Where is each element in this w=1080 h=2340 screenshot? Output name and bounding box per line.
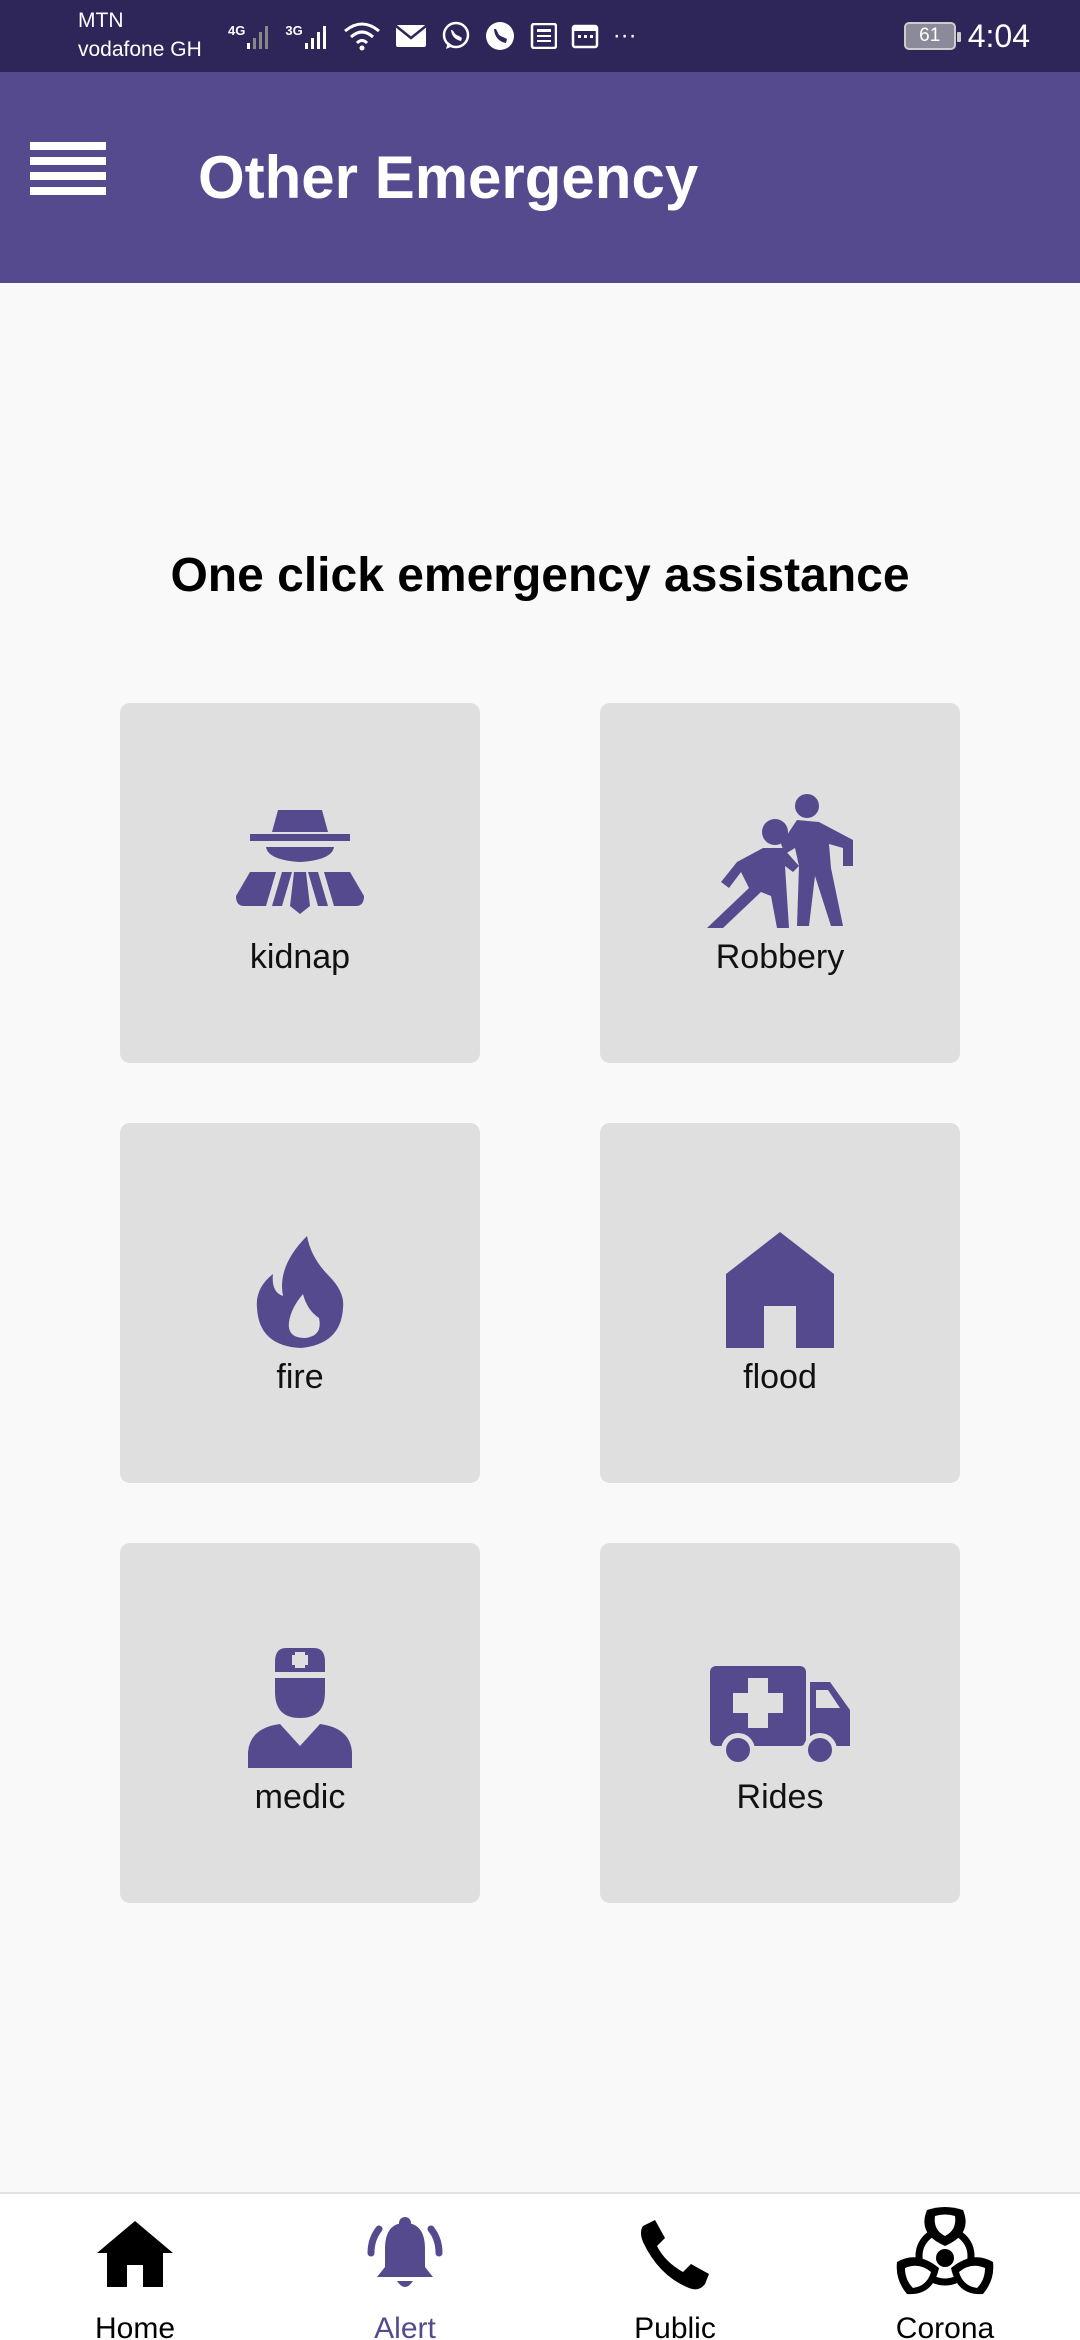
tile-fire[interactable]: fire — [120, 1123, 480, 1483]
wifi-icon — [343, 22, 380, 51]
nav-label: Corona — [895, 2312, 995, 2340]
phone-call-icon — [485, 22, 514, 50]
more-icon: ··· — [612, 22, 637, 49]
carrier-2: vodafone GH — [78, 38, 202, 61]
tagline: One click emergency assistance — [170, 549, 910, 602]
tile-label: kidnap — [249, 938, 351, 976]
tile-label: fire — [276, 1358, 324, 1396]
robbery-icon — [600, 703, 960, 938]
carrier-1: MTN — [78, 9, 124, 32]
tile-rides[interactable]: Rides — [600, 1543, 960, 1903]
bottom-nav: Home Alert Public Corona — [0, 2192, 1080, 2340]
app-bar: Other Emergency — [0, 72, 1080, 283]
signal-icon-2: 3G — [285, 23, 328, 49]
tile-robbery[interactable]: Robbery — [600, 703, 960, 1063]
tile-flood[interactable]: flood — [600, 1123, 960, 1483]
bell-icon — [270, 2204, 540, 2304]
nav-label: Alert — [374, 2312, 436, 2340]
status-bar: MTN vodafone GH 4G 3G ··· 61 4:04 — [0, 0, 1080, 72]
ambulance-icon — [600, 1543, 960, 1778]
whatsapp-icon — [442, 21, 469, 49]
status-right: 61 4:04 — [903, 14, 1030, 58]
nav-label: Public — [634, 2312, 716, 2340]
news-icon — [530, 23, 557, 49]
nav-public[interactable]: Public — [540, 2194, 810, 2340]
carrier-info: MTN vodafone GH — [78, 6, 202, 64]
biohazard-icon — [810, 2204, 1080, 2304]
phone-icon — [540, 2204, 810, 2304]
menu-icon[interactable] — [30, 142, 106, 204]
tile-label: Robbery — [715, 938, 845, 976]
kidnap-icon — [120, 703, 480, 938]
nav-corona[interactable]: Corona — [810, 2194, 1080, 2340]
home-icon — [0, 2204, 270, 2304]
clock: 4:04 — [967, 17, 1030, 54]
tile-kidnap[interactable]: kidnap — [120, 703, 480, 1063]
house-icon — [600, 1123, 960, 1358]
tile-label: flood — [743, 1358, 817, 1396]
mail-icon — [394, 25, 427, 47]
nav-alert[interactable]: Alert — [270, 2194, 540, 2340]
battery-icon: 61 — [903, 22, 961, 50]
page-title: Other Emergency — [198, 144, 699, 211]
status-icons: 4G 3G ··· — [228, 14, 637, 58]
doctor-icon — [120, 1543, 480, 1778]
tile-label: medic — [254, 1778, 346, 1816]
signal-icon: 4G — [228, 23, 271, 49]
fire-icon — [120, 1123, 480, 1358]
nav-label: Home — [94, 2312, 176, 2340]
nav-home[interactable]: Home — [0, 2194, 270, 2340]
tile-label: Rides — [736, 1778, 824, 1816]
tile-medic[interactable]: medic — [120, 1543, 480, 1903]
battery-level: 61 — [919, 25, 941, 46]
calendar-icon — [571, 24, 598, 49]
